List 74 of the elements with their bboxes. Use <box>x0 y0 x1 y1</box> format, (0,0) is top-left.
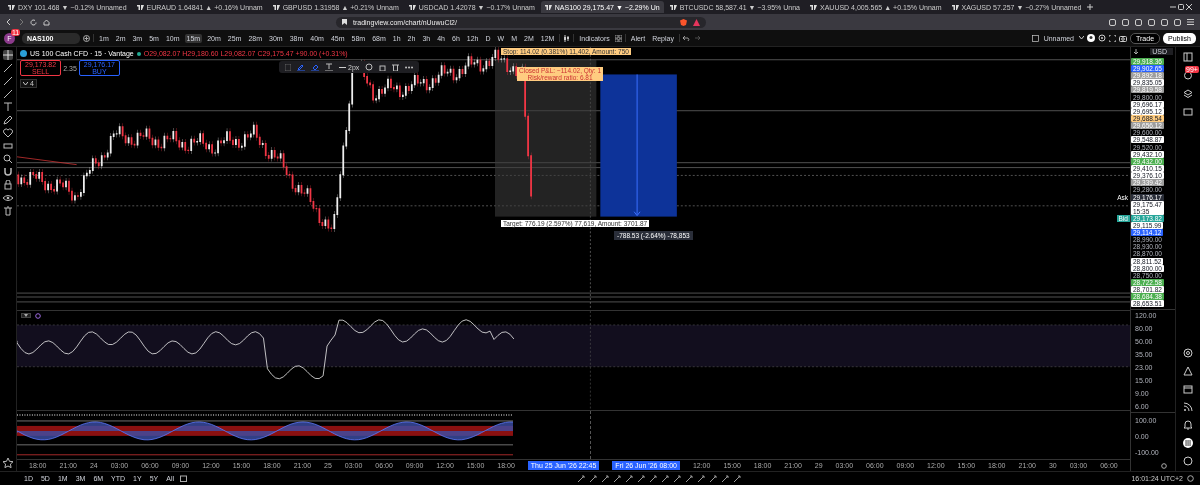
tab-logo-icon <box>810 4 817 10</box>
candles-icon[interactable] <box>563 34 571 42</box>
camera-icon[interactable] <box>1119 34 1127 42</box>
add-icon[interactable] <box>83 34 90 42</box>
apps-icon[interactable] <box>1183 438 1193 448</box>
target-icon[interactable] <box>1183 348 1193 358</box>
tab-logo-icon <box>8 4 15 10</box>
watchlist-icon[interactable] <box>1183 52 1193 62</box>
pyramid-icon[interactable] <box>1183 366 1193 376</box>
drawing-tool-icon[interactable] <box>697 474 706 483</box>
home-icon[interactable] <box>43 18 50 26</box>
layout-icon[interactable] <box>1031 34 1039 42</box>
back-icon[interactable] <box>6 19 12 25</box>
drawing-tool-icon[interactable] <box>649 474 658 483</box>
chevron-down-icon[interactable] <box>1079 36 1084 40</box>
magnet-icon[interactable] <box>3 167 13 177</box>
drawing-tool-icon[interactable] <box>637 474 646 483</box>
more-icon[interactable] <box>405 65 414 69</box>
grid-icon[interactable] <box>614 34 622 42</box>
line-icon <box>339 65 346 69</box>
fullscreen-icon[interactable] <box>1109 34 1116 42</box>
trash-icon[interactable] <box>392 63 400 71</box>
bookmark-icon[interactable] <box>342 19 347 25</box>
calendar-icon[interactable] <box>180 475 187 482</box>
forward-icon[interactable] <box>18 19 24 25</box>
star-icon[interactable] <box>3 458 13 468</box>
tab-logo-icon <box>136 4 144 10</box>
status-dot-icon <box>136 51 141 56</box>
rss-icon[interactable] <box>1183 402 1193 412</box>
pencil-icon[interactable] <box>3 115 13 125</box>
drawing-tool-icon[interactable] <box>613 474 622 483</box>
alarm-clock-icon[interactable] <box>1183 70 1193 80</box>
lock-icon[interactable] <box>379 63 387 71</box>
fill-icon[interactable] <box>311 63 319 71</box>
eye-icon[interactable] <box>3 193 13 203</box>
drawing-tool-icon[interactable] <box>577 474 586 483</box>
minimize-icon[interactable] <box>1170 4 1176 10</box>
close-icon[interactable] <box>1186 4 1192 10</box>
zoom-icon[interactable] <box>3 154 13 164</box>
drawing-tool-icon[interactable] <box>721 474 730 483</box>
download-icon[interactable] <box>1133 48 1139 55</box>
undo-icon[interactable] <box>682 35 690 41</box>
lock-icon[interactable] <box>3 180 13 190</box>
symbol-logo-icon <box>20 50 27 57</box>
drawing-tool-icon[interactable] <box>733 474 742 483</box>
triangle-icon[interactable] <box>693 18 700 26</box>
tab-logo-icon <box>669 4 677 10</box>
user-icon[interactable] <box>1087 34 1095 42</box>
text-icon[interactable] <box>325 63 333 71</box>
drawing-tool-icon[interactable] <box>709 474 718 483</box>
layers-icon[interactable] <box>1183 89 1193 99</box>
drawing-tool-icon[interactable] <box>625 474 634 483</box>
tab-logo-icon <box>544 4 552 10</box>
drawing-tool-icon[interactable] <box>601 474 610 483</box>
chevron-down-icon <box>23 81 28 86</box>
drawing-tool-icon[interactable] <box>685 474 694 483</box>
drawing-tool-icon[interactable] <box>589 474 598 483</box>
new-tab-icon[interactable] <box>1087 4 1094 10</box>
trash-icon[interactable] <box>3 206 13 216</box>
drawing-tool-icon[interactable] <box>673 474 682 483</box>
restore-icon[interactable] <box>1178 4 1184 10</box>
bell-icon[interactable] <box>1183 420 1193 430</box>
menu-icon[interactable] <box>1187 19 1194 25</box>
crosshair-icon[interactable] <box>3 50 13 60</box>
indicator-icon[interactable] <box>35 312 41 319</box>
tab-logo-icon <box>408 4 416 10</box>
reload-icon[interactable] <box>30 18 37 26</box>
shield-icon[interactable] <box>680 18 687 26</box>
collapse-button[interactable] <box>21 313 31 319</box>
drawing-tool-icon[interactable] <box>661 474 670 483</box>
tab-logo-icon <box>951 4 959 10</box>
tab-logo-icon <box>272 4 280 10</box>
heart-icon[interactable] <box>3 128 13 138</box>
calendar-icon[interactable] <box>1183 384 1193 394</box>
